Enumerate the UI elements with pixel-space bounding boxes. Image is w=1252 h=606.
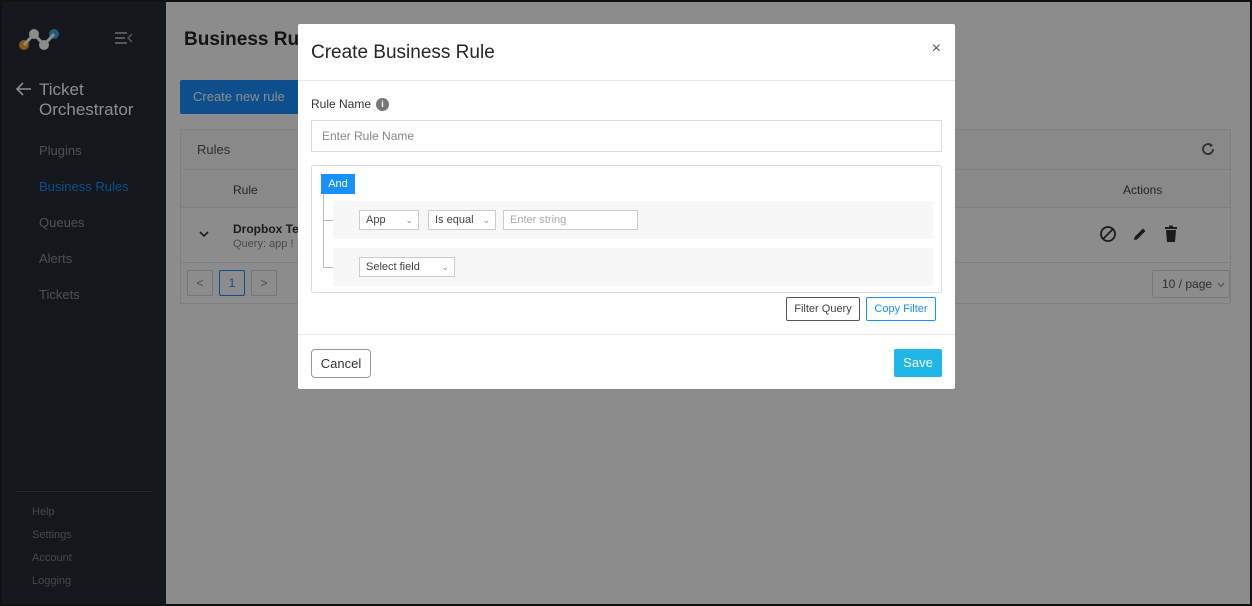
query-builder: And App ⌄ Is equal ⌄ Select field ⌄ [311,165,942,293]
rule-name-label-group: Rule Name i [311,97,390,111]
chevron-down-icon: ⌄ [405,215,413,225]
cancel-button[interactable]: Cancel [311,349,371,378]
save-button[interactable]: Save [894,349,942,377]
chevron-down-icon: ⌄ [441,262,449,272]
operator-select[interactable]: Is equal ⌄ [428,210,496,230]
create-rule-modal: Create Business Rule × Rule Name i And A… [298,24,955,389]
chevron-down-icon: ⌄ [482,215,490,225]
rule-row: App ⌄ Is equal ⌄ [333,201,933,239]
copy-filter-button[interactable]: Copy Filter [866,297,936,321]
operator-select-value: Is equal [435,214,474,226]
close-icon[interactable]: × [932,40,941,58]
rule-row-new: Select field ⌄ [333,248,933,286]
rule-name-label: Rule Name [311,97,372,111]
modal-header-divider [298,80,955,81]
field-select-value: App [366,214,386,226]
tree-connector [323,220,333,221]
rule-name-input[interactable] [311,120,942,152]
value-input[interactable] [503,210,638,230]
select-field-value: Select field [366,261,420,273]
field-select[interactable]: App ⌄ [359,210,419,230]
app-window: Ticket Orchestrator Plugins Business Rul… [0,0,1252,606]
modal-footer-divider [298,334,955,335]
tree-connector [323,267,333,268]
combinator-and-button[interactable]: And [321,174,355,194]
tree-connector [323,194,324,268]
select-field-dropdown[interactable]: Select field ⌄ [359,257,455,277]
info-icon[interactable]: i [376,97,390,111]
modal-title: Create Business Rule [311,42,495,63]
filter-query-button[interactable]: Filter Query [786,297,860,321]
